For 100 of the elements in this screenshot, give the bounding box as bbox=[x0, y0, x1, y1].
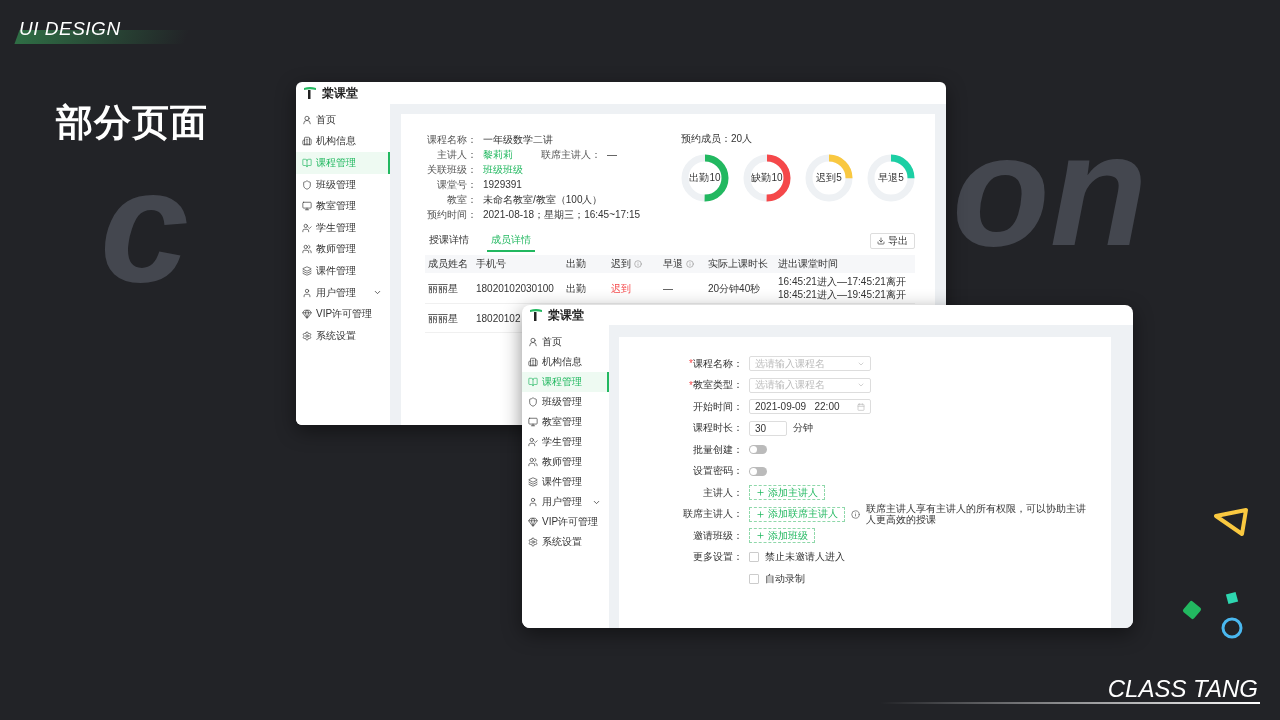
field-value: 一年级数学二讲 bbox=[483, 132, 553, 147]
donut-label: 缺勤10 bbox=[750, 171, 784, 185]
gem-icon bbox=[302, 309, 312, 320]
checkbox-label: 自动录制 bbox=[765, 571, 805, 586]
sidebar-item[interactable]: 教师管理 bbox=[296, 238, 390, 261]
hint-text: 联席主讲人享有主讲人的所有权限，可以协助主讲人更高效的授课 bbox=[866, 503, 1087, 526]
sidebar-item[interactable]: 课件管理 bbox=[522, 472, 609, 492]
sidebar-item[interactable]: VIP许可管理 bbox=[296, 303, 390, 325]
shield-icon bbox=[528, 397, 538, 407]
sidebar-item[interactable]: 学生管理 bbox=[522, 432, 609, 452]
plus-icon bbox=[756, 509, 765, 519]
field-label: 主讲人： bbox=[436, 147, 477, 162]
sidebar-item[interactable]: 用户管理 bbox=[296, 281, 390, 304]
slide-tag: UI DESIGN bbox=[19, 18, 121, 40]
download-icon bbox=[877, 237, 885, 245]
checkbox[interactable] bbox=[749, 573, 759, 584]
gem-icon bbox=[528, 517, 538, 527]
form-label: 邀请班级： bbox=[692, 528, 744, 543]
footer-brand: CLASS TANG bbox=[1107, 675, 1258, 703]
calendar-icon bbox=[857, 402, 865, 411]
table-cell: 出勤 bbox=[566, 281, 586, 295]
field-label: 教室： bbox=[446, 192, 477, 207]
user-icon bbox=[528, 437, 538, 447]
settings-icon bbox=[302, 330, 312, 341]
field-value: — bbox=[607, 149, 617, 160]
table-cell: 16:45:21进入—17:45:21离开 bbox=[778, 275, 906, 288]
table-cell: 18:45:21进入—19:45:21离开 bbox=[778, 288, 906, 301]
form-label: 联席主讲人： bbox=[682, 507, 744, 522]
toggle-switch[interactable] bbox=[749, 466, 767, 476]
field-label: 关联班级： bbox=[426, 162, 477, 177]
form-label: 批量创建： bbox=[692, 442, 744, 457]
logo-icon bbox=[530, 309, 542, 321]
field-label: 课程名称： bbox=[426, 132, 477, 147]
sidebar-item[interactable]: 用户管理 bbox=[522, 492, 609, 512]
sidebar-item[interactable]: 课件管理 bbox=[296, 260, 390, 282]
column-header: 迟到 bbox=[608, 255, 660, 273]
shield-icon bbox=[302, 179, 312, 190]
sidebar-item[interactable]: VIP许可管理 bbox=[522, 512, 609, 532]
user-icon bbox=[528, 337, 538, 347]
monitor-icon bbox=[528, 417, 538, 427]
form-label: 开始时间： bbox=[692, 399, 744, 414]
slide-title: 部分页面 bbox=[56, 101, 208, 145]
book-icon bbox=[528, 377, 538, 387]
sidebar-item[interactable]: 教室管理 bbox=[296, 195, 390, 217]
book-icon bbox=[302, 158, 312, 168]
form-label: *课程名称： bbox=[688, 356, 744, 372]
form-label: 主讲人： bbox=[702, 485, 744, 500]
checkbox-label: 禁止未邀请人进入 bbox=[765, 550, 845, 565]
stats-title: 预约成员：20人 bbox=[681, 132, 754, 146]
field-value: 1929391 bbox=[483, 179, 522, 190]
sidebar-item[interactable]: 班级管理 bbox=[296, 173, 390, 196]
user-icon bbox=[302, 287, 312, 298]
checkbox[interactable] bbox=[749, 552, 759, 563]
sidebar-item[interactable]: 班级管理 bbox=[522, 392, 609, 412]
table-cell: 18020102 bbox=[476, 311, 521, 325]
layers-icon bbox=[528, 477, 538, 487]
table-cell: — bbox=[663, 281, 673, 295]
sidebar-item[interactable]: 学生管理 bbox=[296, 216, 390, 239]
sidebar-item[interactable]: 系统设置 bbox=[296, 324, 390, 347]
user-icon bbox=[302, 222, 312, 233]
settings-icon bbox=[528, 537, 538, 547]
form-label: 更多设置： bbox=[692, 550, 744, 565]
field-label: 预约时间： bbox=[426, 207, 477, 222]
logo-icon bbox=[304, 87, 316, 99]
column-header: 成员姓名 bbox=[425, 255, 473, 273]
plus-icon bbox=[756, 531, 765, 541]
donut-label: 出勤10 bbox=[688, 171, 722, 185]
sidebar-item[interactable]: 教师管理 bbox=[522, 452, 609, 472]
number-field[interactable]: 30 bbox=[749, 420, 787, 436]
sidebar-item[interactable]: 首页 bbox=[296, 109, 390, 131]
table-cell: 迟到 bbox=[611, 281, 631, 295]
sidebar-item[interactable]: 系统设置 bbox=[522, 532, 609, 552]
table-cell: 丽丽星 bbox=[428, 281, 458, 295]
table-cell: 18020102030100 bbox=[476, 281, 554, 295]
column-header: 实际上课时长 bbox=[705, 255, 775, 273]
ring-icon bbox=[1220, 616, 1244, 640]
unit-label: 分钟 bbox=[793, 421, 813, 436]
field-value: 2021-08-18；星期三；16:45~17:15 bbox=[483, 207, 641, 222]
users-icon bbox=[302, 244, 312, 255]
app-name: 棠课堂 bbox=[548, 306, 584, 324]
tab[interactable]: 授课详情 bbox=[425, 233, 473, 252]
layers-icon bbox=[302, 265, 312, 276]
column-header: 早退 bbox=[660, 255, 705, 273]
sidebar-item[interactable]: 教室管理 bbox=[522, 412, 609, 432]
field-label: 课堂号： bbox=[436, 177, 477, 192]
info-icon bbox=[851, 509, 860, 519]
donut-label: 早退5 bbox=[877, 171, 905, 185]
toggle-switch[interactable] bbox=[749, 445, 767, 455]
monitor-icon bbox=[302, 201, 312, 212]
sidebar-item[interactable]: 首页 bbox=[522, 332, 609, 352]
sidebar-item[interactable]: 机构信息 bbox=[296, 130, 390, 153]
field-value: 未命名教室/教室（100人） bbox=[483, 192, 603, 207]
user-icon bbox=[302, 114, 312, 125]
export-button[interactable]: 导出 bbox=[870, 233, 915, 249]
sidebar-item[interactable]: 机构信息 bbox=[522, 352, 609, 372]
table-cell: 20分钟40秒 bbox=[708, 281, 761, 295]
building-icon bbox=[302, 136, 312, 147]
date-field[interactable]: 2021-09-09 22:00 bbox=[749, 399, 871, 415]
table-cell: 丽丽星 bbox=[428, 311, 458, 325]
plus-icon bbox=[756, 488, 765, 498]
